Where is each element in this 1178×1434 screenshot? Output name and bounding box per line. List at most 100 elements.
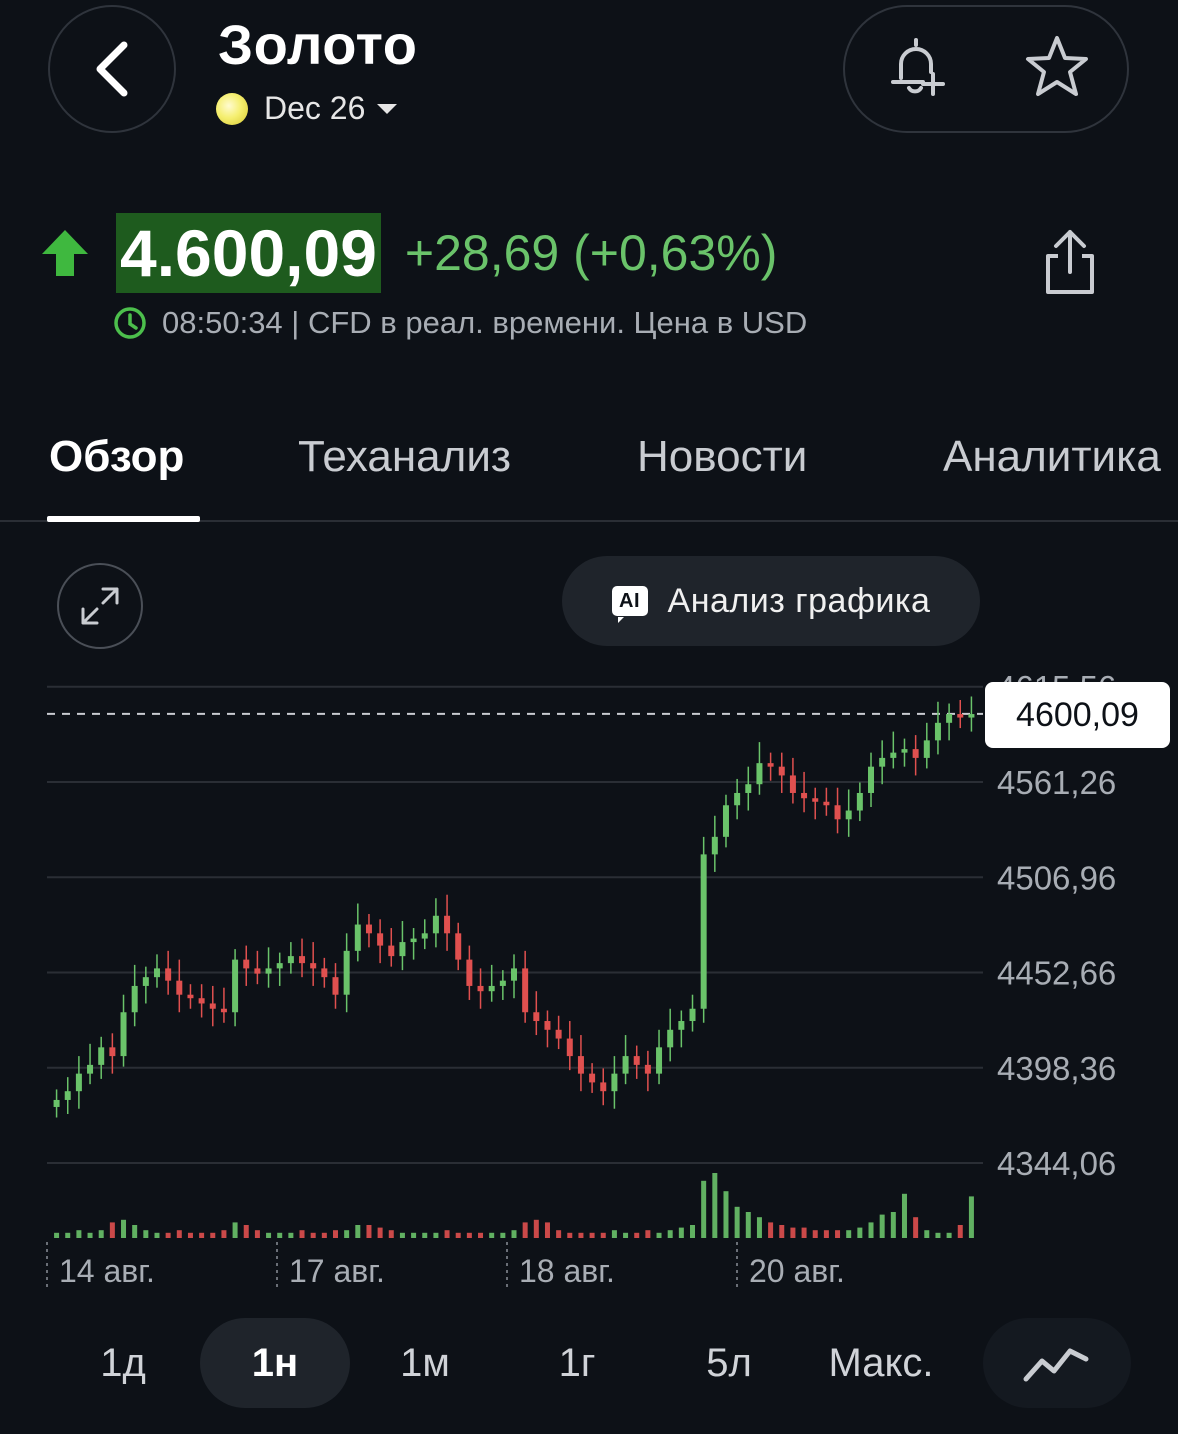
candle [812,798,819,802]
volume-bar [924,1230,930,1238]
volume-bar [600,1232,606,1238]
candle [343,950,350,995]
volume-bar [466,1232,472,1238]
share-button[interactable] [1040,228,1100,301]
period-5y[interactable]: 5л [666,1318,792,1408]
candle [466,959,473,986]
volume-bar [98,1230,104,1238]
tab-technical[interactable]: Теханализ [298,432,511,482]
volume-bar [243,1225,249,1238]
tab-overview[interactable]: Обзор [49,432,184,482]
y-tick-label: 4452,66 [997,955,1116,992]
volume-bar [500,1232,506,1238]
page-title: Золото [218,13,418,76]
chevron-down-icon [377,103,398,114]
period-max[interactable]: Макс. [808,1318,954,1408]
candle [444,915,451,934]
bell-plus-icon[interactable] [881,32,951,107]
volume-bar [756,1217,762,1238]
chart-type-button[interactable] [983,1318,1131,1408]
candle [365,924,372,934]
expand-chart-button[interactable] [57,563,143,649]
y-tick-label: 4344,06 [997,1145,1116,1182]
candle [901,749,908,753]
candle [499,980,506,986]
candle [890,752,897,758]
candle [354,924,361,951]
candle [53,1099,60,1107]
volume-bar [801,1227,807,1238]
candle [734,792,741,806]
candle [868,766,875,793]
contract-selector[interactable]: Dec 26 [216,90,398,127]
period-1m[interactable]: 1м [362,1318,488,1408]
chart-analysis-button[interactable]: AI Анализ графика [562,556,980,646]
tab-news[interactable]: Новости [637,432,807,482]
volume-bar [556,1230,562,1238]
volume-bar [65,1232,71,1238]
candle [611,1073,618,1092]
candle [845,810,852,820]
candle [667,1029,674,1048]
candle [232,959,239,1013]
volume-bar [678,1227,684,1238]
quote-time-row: 08:50:34 | CFD в реал. времени. Цена в U… [112,305,807,341]
arrow-up-icon [42,230,88,276]
last-price: 4.600,09 [116,213,381,293]
candle [644,1064,651,1074]
price-chart[interactable]: 4561,264506,964452,664398,364344,064615,… [0,660,1178,1300]
volume-bar [221,1230,227,1238]
volume-bar [54,1232,60,1238]
candle [265,968,272,974]
volume-bar [745,1212,751,1238]
gold-coin-icon [216,92,248,125]
tab-analytics[interactable]: Аналитика [943,432,1161,482]
candle [399,942,406,957]
volume-bar [522,1222,528,1238]
volume-bar [656,1232,662,1238]
volume-bar [634,1232,640,1238]
volume-bar [299,1230,305,1238]
candle [377,933,384,946]
candle [711,836,718,855]
expand-icon [81,587,119,625]
volume-bar [154,1232,160,1238]
candle [700,854,707,1009]
volume-bar [109,1222,115,1238]
candle [176,980,183,995]
candle [912,749,919,758]
volume-bar [857,1227,863,1238]
candle [555,1029,562,1039]
volume-bar [254,1230,260,1238]
volume-bar [835,1230,841,1238]
candle [778,766,785,776]
volume-bar [768,1222,774,1238]
ai-icon: AI [611,586,648,623]
volume-bar [578,1232,584,1238]
candle [544,1021,551,1030]
chevron-left-icon [96,41,128,97]
period-1d[interactable]: 1д [60,1318,186,1408]
candle [756,763,763,785]
volume-bar [199,1232,205,1238]
star-icon[interactable] [1022,32,1092,107]
volume-bar [913,1217,919,1238]
period-1y[interactable]: 1г [514,1318,640,1408]
candle [656,1047,663,1074]
candle [299,956,306,964]
x-tick-label: 14 авг. [59,1253,155,1289]
candle [410,938,417,943]
volume-bar [288,1232,294,1238]
candle [187,994,194,999]
current-price-tag: 4600,09 [985,682,1170,748]
back-button[interactable] [48,5,176,133]
volume-bar [187,1232,193,1238]
candle [834,805,841,820]
volume-bar [790,1227,796,1238]
volume-bar [388,1230,394,1238]
volume-bar [176,1230,182,1238]
period-1w[interactable]: 1н [200,1318,350,1408]
candle [533,1012,540,1022]
volume-bar [589,1232,595,1238]
volume-bar [277,1232,283,1238]
